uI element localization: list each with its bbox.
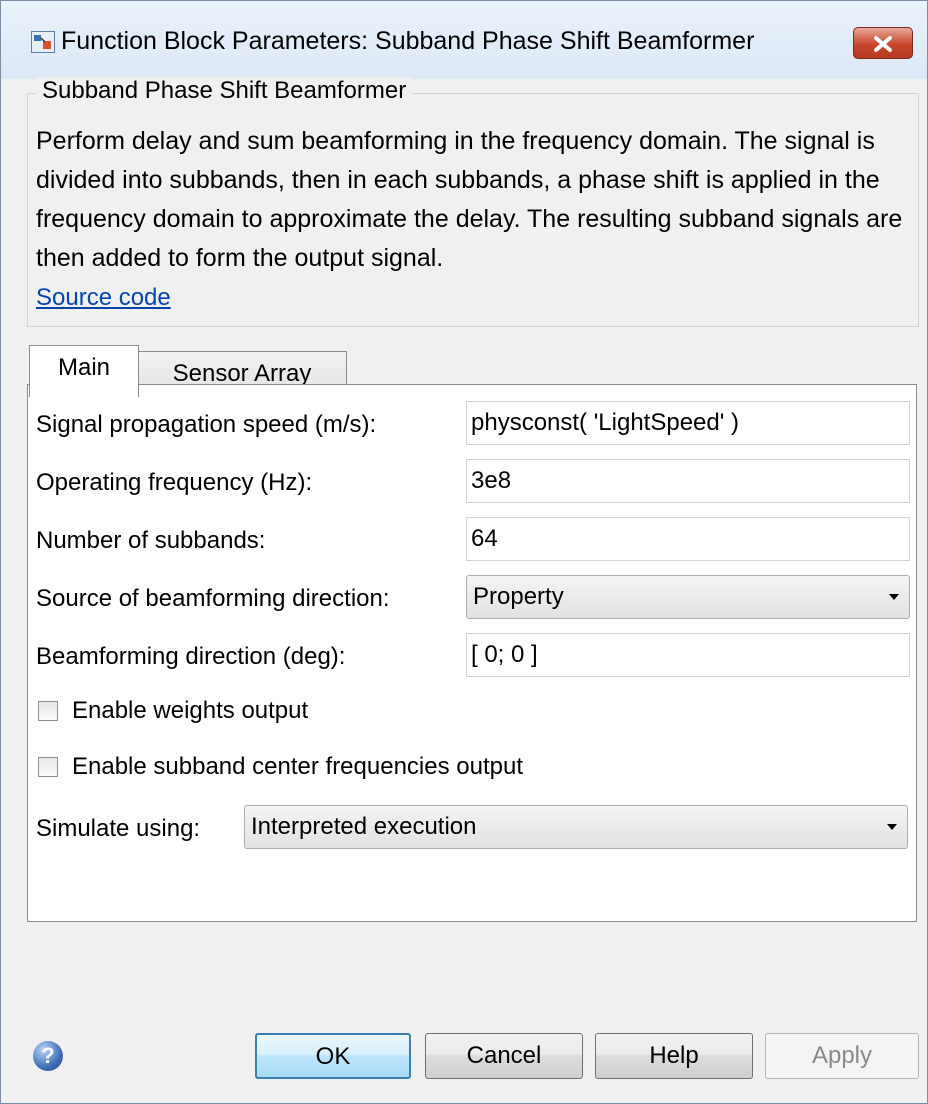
chevron-down-icon [889,594,899,600]
direction-source-dropdown[interactable]: Property [466,575,910,619]
close-button[interactable] [853,27,913,59]
weights-output-checkbox[interactable] [38,701,58,721]
window-title: Function Block Parameters: Subband Phase… [61,27,755,55]
dialog-content: Subband Phase Shift Beamformer Perform d… [27,77,919,1079]
center-freq-output-checkbox[interactable] [38,757,58,777]
simulate-using-value: Interpreted execution [251,813,477,840]
beam-direction-label: Beamforming direction (deg): [36,643,346,670]
weights-output-label: Enable weights output [72,697,309,724]
main-tab-panel: Signal propagation speed (m/s): physcons… [27,384,917,922]
block-description-group: Subband Phase Shift Beamformer Perform d… [27,77,919,327]
simulate-using-dropdown[interactable]: Interpreted execution [244,805,908,849]
direction-source-label: Source of beamforming direction: [36,585,390,612]
propagation-speed-field[interactable]: physconst( 'LightSpeed' ) [466,401,910,445]
propagation-speed-label: Signal propagation speed (m/s): [36,411,377,438]
simulink-block-icon [31,31,55,53]
title-bar[interactable]: Function Block Parameters: Subband Phase… [1,1,927,79]
direction-source-value: Property [473,583,564,610]
chevron-down-icon [887,824,897,830]
block-description: Perform delay and sum beamforming in the… [36,127,903,272]
help-button[interactable]: Help [595,1033,753,1079]
center-freq-output-label: Enable subband center frequencies output [72,753,523,780]
ok-button[interactable]: OK [255,1033,411,1079]
source-code-link[interactable]: Source code [36,284,171,312]
operating-frequency-label: Operating frequency (Hz): [36,469,313,496]
simulate-using-label: Simulate using: [36,815,201,842]
apply-button[interactable]: Apply [765,1033,919,1079]
tab-main[interactable]: Main [29,345,139,397]
dialog-window: Function Block Parameters: Subband Phase… [0,0,928,1104]
num-subbands-field[interactable]: 64 [466,517,910,561]
num-subbands-label: Number of subbands: [36,527,266,554]
beam-direction-field[interactable]: [ 0; 0 ] [466,633,910,677]
close-icon [874,36,892,52]
help-icon[interactable]: ? [33,1041,63,1071]
cancel-button[interactable]: Cancel [425,1033,583,1079]
operating-frequency-field[interactable]: 3e8 [466,459,910,503]
group-title: Subband Phase Shift Beamformer [36,77,413,105]
